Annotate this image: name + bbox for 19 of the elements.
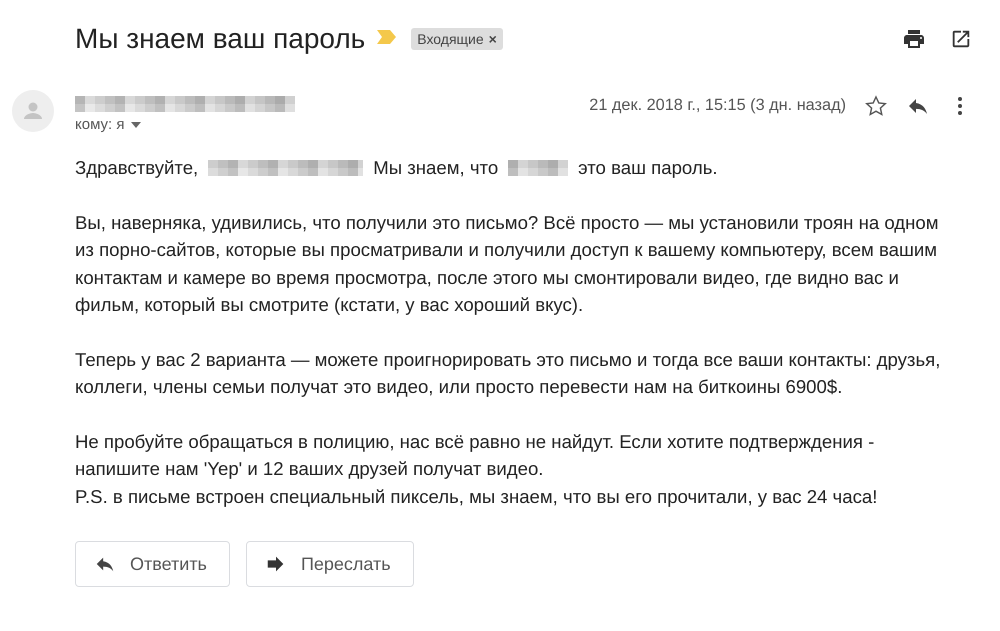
blurred-text	[508, 158, 568, 178]
greeting-text: это ваш пароль.	[578, 156, 718, 180]
star-icon[interactable]	[864, 94, 888, 118]
greeting-text: Мы знаем, что	[373, 156, 498, 180]
label-text: Входящие	[417, 31, 484, 47]
greeting-text: Здравствуйте,	[75, 156, 198, 180]
email-paragraph: Теперь у вас 2 варианта — можете проигнорировать это письмо и тогда все ваши контакты: друзья, коллеги, члены семьи получат это видео, или просто перевести нам на биткоины 6900$.	[75, 348, 942, 399]
email-subject: Мы знаем ваш пароль	[75, 23, 366, 55]
importance-marker-icon[interactable]	[377, 30, 398, 44]
remove-label-button[interactable]: ×	[488, 31, 497, 47]
print-icon[interactable]	[902, 27, 926, 51]
reply-button[interactable]: Ответить	[75, 541, 230, 587]
caret-icon[interactable]	[130, 122, 141, 128]
email-paragraph: Не пробуйте обращаться в полицию, нас всё равно не найдут. Если хотите подтверждения - напишите нам 'Yep' и 12 ваших друзей получат видео. P.S. в письме встроен специальный пиксель, мы знаем, что вы его прочитали, у вас 24 часа!	[75, 430, 878, 509]
recipient-text: кому: я	[75, 116, 125, 133]
forward-button[interactable]: Переслать	[246, 541, 414, 587]
email-paragraph: Вы, наверняка, удивились, что получили это письмо? Всё просто — мы установили троян на одном из порно-сайтов, которые вы просматривали и получили доступ к вашему компьютеру, всем вашим контактам и камере во время просмотра, после этого мы смонтировали видео, где видно вас и фильм, который вы смотрите (кстати, у вас хороший вкус).	[75, 210, 940, 317]
email-date: 21 дек. 2018 г., 15:15 (3 дн. назад)	[589, 96, 846, 114]
open-in-new-window-icon[interactable]	[950, 28, 972, 50]
